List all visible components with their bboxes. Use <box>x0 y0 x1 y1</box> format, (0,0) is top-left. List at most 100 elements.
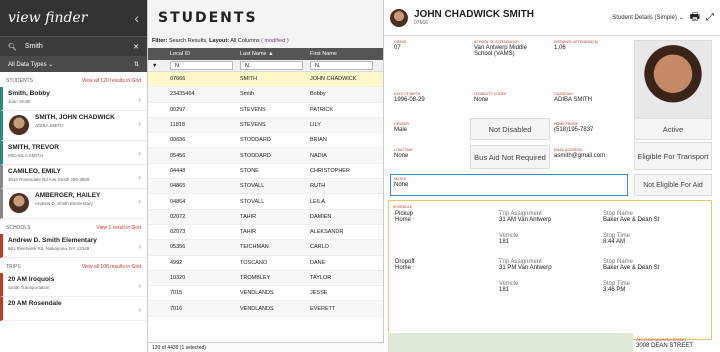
table-cell: 05356 <box>170 244 186 251</box>
table-cell: TROMBLEY <box>240 275 271 281</box>
table-cell: 10320 <box>170 275 186 281</box>
dropoff-stop: Stop Name Baker Ave & Dean St <box>603 259 660 271</box>
table-cell: DANE <box>310 259 326 266</box>
section-title: TRIPS <box>6 264 21 270</box>
table-cell: RUTH <box>310 183 326 190</box>
last-name-filter[interactable]: N. <box>240 61 303 70</box>
table-cell: 04865 <box>170 183 186 190</box>
filter-options-icon[interactable]: ⇅ <box>134 61 139 68</box>
item-sub: ADIBA SMITH <box>35 123 64 128</box>
list-item[interactable]: Smith, Bobby Joan Smith › <box>0 87 147 111</box>
section-title: STUDENTS <box>6 78 33 84</box>
col-local-id[interactable]: Local ID <box>166 51 236 57</box>
filter-value: Search Results, <box>168 38 208 44</box>
table-row[interactable]: 02073 TAHIR ALEKSANDR <box>148 225 383 241</box>
notes-field[interactable]: NOTES None <box>390 174 628 196</box>
map-view[interactable] <box>388 333 633 352</box>
table-cell: CARLO <box>310 244 329 251</box>
table-row[interactable]: 05456 STODDARD NADIA <box>148 148 383 164</box>
search-bar[interactable]: 🔍︎ Smith ✕ <box>0 36 147 56</box>
student-id: 07666 <box>414 20 428 26</box>
modified-link[interactable]: ( modified ) <box>261 38 289 44</box>
table-cell: EVERETT <box>310 305 336 312</box>
table-cell: STOVALL <box>240 198 265 205</box>
table-cell: 00297 <box>170 106 186 113</box>
table-cell: TEICHMAN <box>240 244 269 251</box>
table-row[interactable]: 04865 STOVALL RUTH <box>148 179 383 195</box>
table-row[interactable]: 00636 STODDARD BRIAN <box>148 133 383 149</box>
list-item[interactable]: 20 AM Iroquois Smith Transportation › <box>0 273 147 297</box>
item-sub: Andrew D. Smith Elementary <box>35 201 93 206</box>
clear-icon[interactable]: ✕ <box>133 43 139 51</box>
table-row[interactable]: 10320 TROMBLEY TAYLOR <box>148 270 383 287</box>
table-cell: LEILA <box>310 198 325 205</box>
table-cell: CHRISTOPHER <box>310 167 350 174</box>
schools-section-header: SCHOOLS View 1 result in Grid <box>0 219 147 234</box>
view-in-grid-link[interactable]: View all 120 results in Grid <box>82 78 141 84</box>
item-name: SMITH, JOHN CHADWICK <box>35 114 115 121</box>
item-sub: 3010 Rosendale Rd Ave Smith 280-3609 <box>8 177 90 182</box>
app-logo: view finder <box>8 10 88 26</box>
disability-status-badge: Not Disabled <box>470 118 550 140</box>
print-icon[interactable]: 🖶 <box>690 8 700 27</box>
table-row[interactable]: 00297 STEVENS PATRICK <box>148 103 383 118</box>
table-cell: TAHIR <box>240 213 257 220</box>
table-row[interactable]: 7015 VENDLANDS JESSE <box>148 286 383 302</box>
col-last-name-label: Last Name <box>240 51 267 57</box>
search-input[interactable]: Smith <box>25 43 125 50</box>
table-cell: 23435464 <box>170 91 195 98</box>
table-cell: 02073 <box>170 229 186 236</box>
grid-body: 07666 SMITH JOHN CHADWICK 23435464 Smith Bobb… <box>148 72 383 317</box>
table-row[interactable]: 05356 TEICHMAN CARLO <box>148 240 383 256</box>
list-item[interactable]: SMITH, TREVOR MICAELA SMITH › <box>0 141 147 165</box>
chevron-right-icon: › <box>138 305 141 314</box>
col-last-name[interactable]: Last Name ▲ <box>236 51 306 57</box>
table-row[interactable]: 02072 TAHIR DAMIEN <box>148 209 383 225</box>
table-cell: TOSCANO <box>240 259 268 266</box>
filter-label[interactable]: All Data Types <box>8 62 47 68</box>
view-in-grid-link[interactable]: View 1 result in Grid <box>96 225 141 231</box>
disability-field: DISABILITY CODES None <box>474 92 507 103</box>
table-row[interactable]: 11818 STEVENS LILY <box>148 117 383 134</box>
table-row[interactable]: 07666 SMITH JOHN CHADWICK <box>148 72 383 88</box>
table-row[interactable]: 7016 VENDLANDS EVERETT <box>148 301 383 317</box>
chevron-right-icon: › <box>138 95 141 104</box>
local-id-filter[interactable]: N. <box>170 61 233 70</box>
table-cell: 04448 <box>170 167 186 174</box>
table-row[interactable]: 23435464 Smith Bobby <box>148 87 383 103</box>
table-cell: STONE <box>240 167 259 174</box>
list-item[interactable]: CAMILEO, EMILY 3010 Rosendale Rd Ave Smi… <box>0 165 147 189</box>
pickup-trip: Trip Assignment 31 AM Van Antwerp <box>499 211 552 223</box>
list-item[interactable]: Andrew D. Smith Elementary 961 Riverview… <box>0 234 147 258</box>
pickup-time: Stop Time 8:44 AM <box>603 233 631 245</box>
table-row[interactable]: 4992 TOSCANO DANE <box>148 256 383 271</box>
col-first-name[interactable]: First Name <box>306 51 376 57</box>
collapse-icon[interactable]: ‹ <box>134 10 139 26</box>
filter-icon[interactable]: ▼ <box>148 63 166 69</box>
list-item[interactable]: SMITH, JOHN CHADWICK ADIBA SMITH › <box>0 111 147 141</box>
dropoff-type: Dropoff Home <box>395 259 415 271</box>
layout-value: All Columns <box>230 38 260 44</box>
distance-field: DISTANCE (ATTENDANCE) 1.06 <box>554 40 599 51</box>
view-selector[interactable]: Student Details (Simple) ⌄ <box>612 14 683 21</box>
layout-prefix: Layout: <box>209 38 230 44</box>
data-type-filter[interactable]: All Data Types ⌄ ⇅ <box>0 56 147 72</box>
table-row[interactable]: 04864 STOVALL LEILA <box>148 194 383 210</box>
section-title: SCHOOLS <box>6 225 31 231</box>
item-name: CAMILEO, EMILY <box>8 168 61 175</box>
first-name-filter[interactable]: N. <box>310 61 373 70</box>
table-cell: 02072 <box>170 213 186 220</box>
table-cell: PATRICK <box>310 106 334 113</box>
aid-eligibility-badge: Not Eligible For Aid <box>634 174 712 196</box>
table-cell: JOHN CHADWICK <box>310 76 357 83</box>
view-in-grid-link[interactable]: View all 108 results in Grid <box>82 264 141 270</box>
list-item[interactable]: 20 AM Rosendale › <box>0 297 147 321</box>
pickup-stop: Stop Name Baker Ave & Dean St <box>603 211 660 223</box>
item-name: 20 AM Iroquois <box>8 276 55 283</box>
table-row[interactable]: 04448 STONE CHRISTOPHER <box>148 164 383 180</box>
list-item[interactable]: AMBERGER, HAILEY Andrew D. Smith Element… <box>0 189 147 219</box>
table-cell: 7015 <box>170 290 183 297</box>
chevron-right-icon: › <box>138 119 141 128</box>
expand-icon[interactable]: ⤢ <box>706 12 714 23</box>
grid-footer: 120 of 4439 (1 selected) <box>148 342 384 352</box>
